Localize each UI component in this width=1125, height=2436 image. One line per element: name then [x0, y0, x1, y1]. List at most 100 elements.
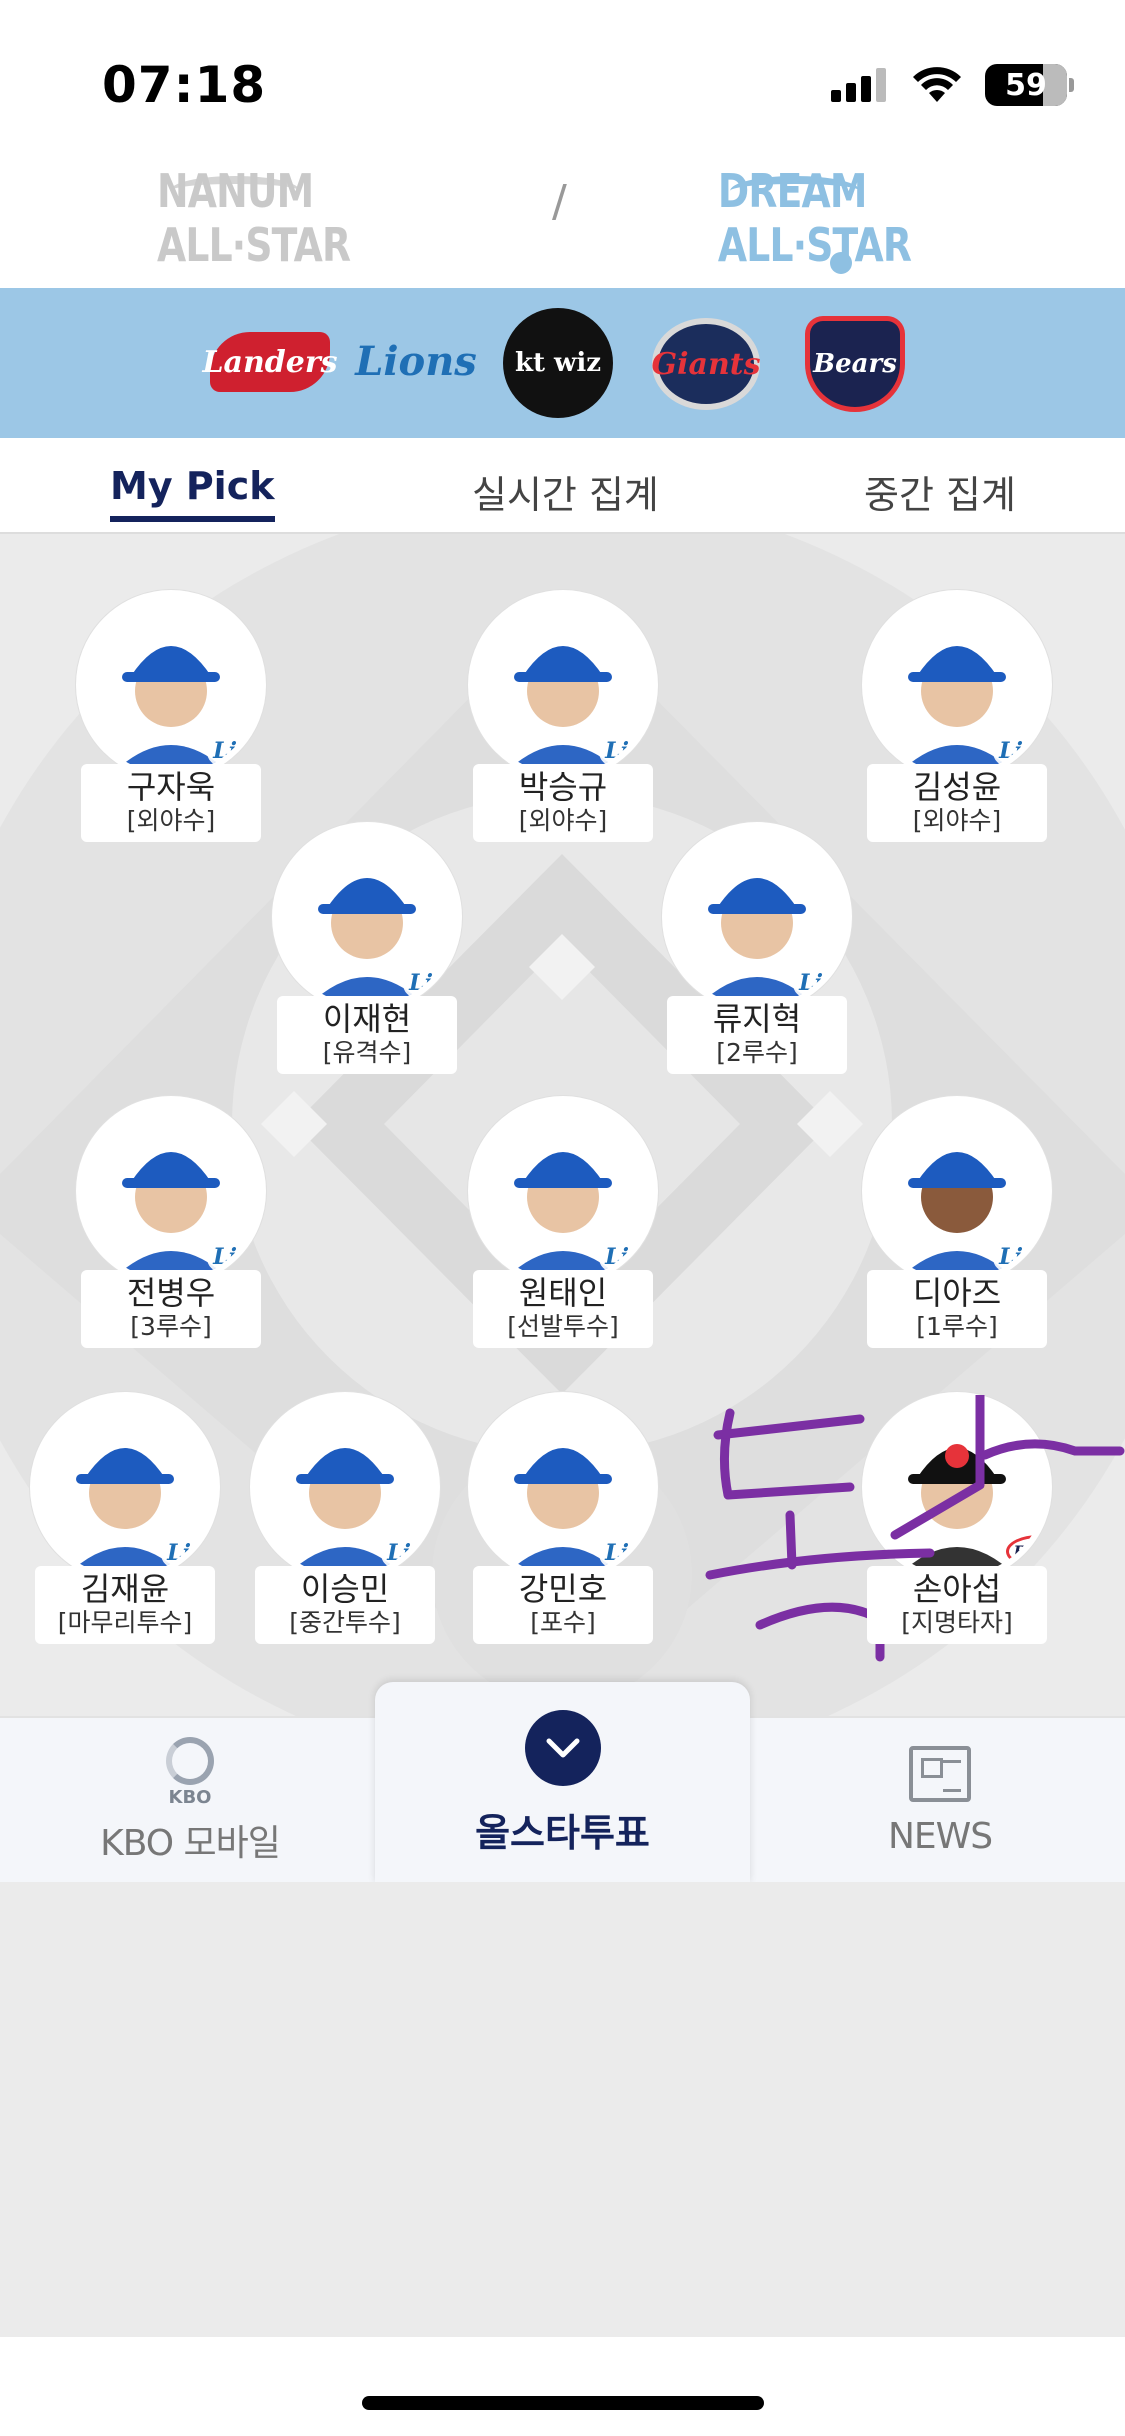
lions-badge-icon: Lions	[793, 968, 846, 998]
player-card[interactable]: Lions 원태인 [선발투수]	[468, 1096, 658, 1348]
lions-badge-icon: Lions	[381, 1538, 434, 1568]
player-name: 원태인	[518, 1274, 608, 1312]
player-name: 디아즈	[912, 1274, 1002, 1312]
status-icons: 59	[831, 64, 1074, 106]
name-card: 류지혁 [2루수]	[667, 996, 847, 1074]
player-name: 이승민	[300, 1570, 390, 1608]
name-card: 전병우 [3루수]	[81, 1270, 261, 1348]
player-card[interactable]: Lions 이재현 [유격수]	[272, 822, 462, 1074]
player-photo: Lions	[250, 1392, 440, 1582]
player-card[interactable]: Lions 강민호 [포수]	[468, 1392, 658, 1644]
player-card[interactable]: Lions 박승규 [외야수]	[468, 590, 658, 842]
player-name: 김재윤	[80, 1570, 170, 1608]
name-card: 이재현 [유격수]	[277, 996, 457, 1074]
player-name: 김성윤	[912, 768, 1002, 806]
lions-badge-icon: Lions	[403, 968, 456, 998]
name-card: 원태인 [선발투수]	[473, 1270, 653, 1348]
kt-wiz-logo[interactable]: kt wiz	[503, 308, 613, 418]
player-position: [1루수]	[916, 1312, 998, 1341]
bottom-navigation: KBO KBO 모바일 올스타투표 NEWS	[0, 1682, 1125, 1884]
nanum-allstar-tab[interactable]: NANUM ALL·STAR	[130, 164, 430, 272]
news-nav[interactable]: NEWS	[840, 1718, 1040, 1884]
player-name: 구자욱	[126, 768, 216, 806]
tab-realtime-count[interactable]: 실시간 집계	[472, 464, 659, 519]
lions-badge-icon: Lions	[599, 736, 652, 766]
player-card[interactable]: Lions 구자욱 [외야수]	[76, 590, 266, 842]
kbo-logo-text: KBO	[168, 1786, 212, 1808]
chevron-down-icon[interactable]	[524, 1709, 601, 1786]
tab-bar: My Pick 실시간 집계 중간 집계	[0, 438, 1125, 534]
name-card: 박승규 [외야수]	[473, 764, 653, 842]
kbo-mobile-label: KBO 모바일	[100, 1822, 281, 1864]
empty-content-area	[0, 1882, 1125, 2337]
player-position: [외야수]	[912, 806, 1002, 835]
player-card[interactable]: Lions 김성윤 [외야수]	[862, 590, 1052, 842]
player-photo: Lions	[862, 1096, 1052, 1286]
status-bar: 07:18 59	[0, 0, 1125, 150]
allstar-selector: NANUM ALL·STAR / DREAM ALL·STAR	[0, 150, 1125, 288]
lions-badge-icon: Lions	[207, 1242, 260, 1272]
wifi-icon	[913, 67, 961, 102]
player-position: [마무리투수]	[57, 1608, 193, 1637]
player-name: 박승규	[518, 768, 608, 806]
player-photo: Lions	[76, 1096, 266, 1286]
player-card[interactable]: Lions 이승민 [중간투수]	[250, 1392, 440, 1644]
ssg-landers-logo[interactable]: Landers	[202, 332, 338, 392]
lotte-giants-logo[interactable]: Giants	[652, 318, 761, 410]
league-separator: /	[552, 176, 567, 227]
player-photo: Lions	[468, 1392, 658, 1582]
player-card[interactable]: Bears 손아섭 [지명타자]	[862, 1392, 1052, 1644]
allstar-vote-label: 올스타투표	[475, 1810, 650, 1855]
player-photo: Lions	[862, 590, 1052, 780]
news-label: NEWS	[887, 1815, 993, 1857]
player-position: [선발투수]	[507, 1312, 619, 1341]
player-card[interactable]: Lions 디아즈 [1루수]	[862, 1096, 1052, 1348]
lions-badge-icon: Lions	[207, 736, 260, 766]
player-photo: Lions	[662, 822, 852, 1012]
lions-badge-icon: Lions	[599, 1242, 652, 1272]
player-position: [외야수]	[126, 806, 216, 835]
player-name: 강민호	[518, 1570, 608, 1608]
lions-badge-icon: Lions	[161, 1538, 214, 1568]
player-photo: Lions	[468, 590, 658, 780]
name-card: 김재윤 [마무리투수]	[35, 1566, 215, 1644]
player-position: [지명타자]	[901, 1608, 1013, 1637]
team-logo-strip: Landers Lions kt wiz Giants Bears	[0, 288, 1125, 438]
selected-league-indicator	[830, 252, 852, 274]
home-indicator[interactable]	[362, 2396, 764, 2410]
lions-badge-icon: Lions	[993, 1242, 1046, 1272]
signal-icon	[831, 68, 886, 102]
player-position: [포수]	[530, 1608, 596, 1637]
player-card[interactable]: Lions 류지혁 [2루수]	[662, 822, 852, 1074]
name-card: 구자욱 [외야수]	[81, 764, 261, 842]
name-card: 디아즈 [1루수]	[867, 1270, 1047, 1348]
player-position: [3루수]	[130, 1312, 212, 1341]
player-position: [2루수]	[716, 1038, 798, 1067]
player-photo: Lions	[272, 822, 462, 1012]
player-card[interactable]: Lions 전병우 [3루수]	[76, 1096, 266, 1348]
kbo-mobile-nav[interactable]: KBO KBO 모바일	[90, 1718, 290, 1884]
lions-badge-icon: Lions	[993, 736, 1046, 766]
nanum-allstar-label: NANUM ALL·STAR	[157, 164, 351, 272]
name-card: 손아섭 [지명타자]	[867, 1566, 1047, 1644]
name-card: 강민호 [포수]	[473, 1566, 653, 1644]
player-position: [중간투수]	[289, 1608, 401, 1637]
player-photo: Lions	[76, 590, 266, 780]
player-photo: Lions	[468, 1096, 658, 1286]
tab-interim-count[interactable]: 중간 집계	[864, 464, 1016, 519]
player-name: 이재현	[322, 1000, 412, 1038]
player-photo: Lions	[30, 1392, 220, 1582]
battery-icon: 59	[985, 64, 1074, 106]
home-indicator-area	[0, 2337, 1125, 2436]
battery-level: 59	[1005, 67, 1047, 103]
player-name: 손아섭	[912, 1570, 1002, 1608]
lions-badge-icon: Lions	[599, 1538, 652, 1568]
player-card[interactable]: Lions 김재윤 [마무리투수]	[30, 1392, 220, 1644]
player-position: [외야수]	[518, 806, 608, 835]
samsung-lions-logo[interactable]: Lions	[355, 316, 477, 406]
name-card: 김성윤 [외야수]	[867, 764, 1047, 842]
allstar-vote-nav[interactable]: 올스타투표	[375, 1682, 750, 1884]
tab-my-pick[interactable]: My Pick	[110, 464, 275, 522]
player-photo: Bears	[862, 1392, 1052, 1582]
doosan-bears-logo[interactable]: Bears	[805, 316, 905, 412]
